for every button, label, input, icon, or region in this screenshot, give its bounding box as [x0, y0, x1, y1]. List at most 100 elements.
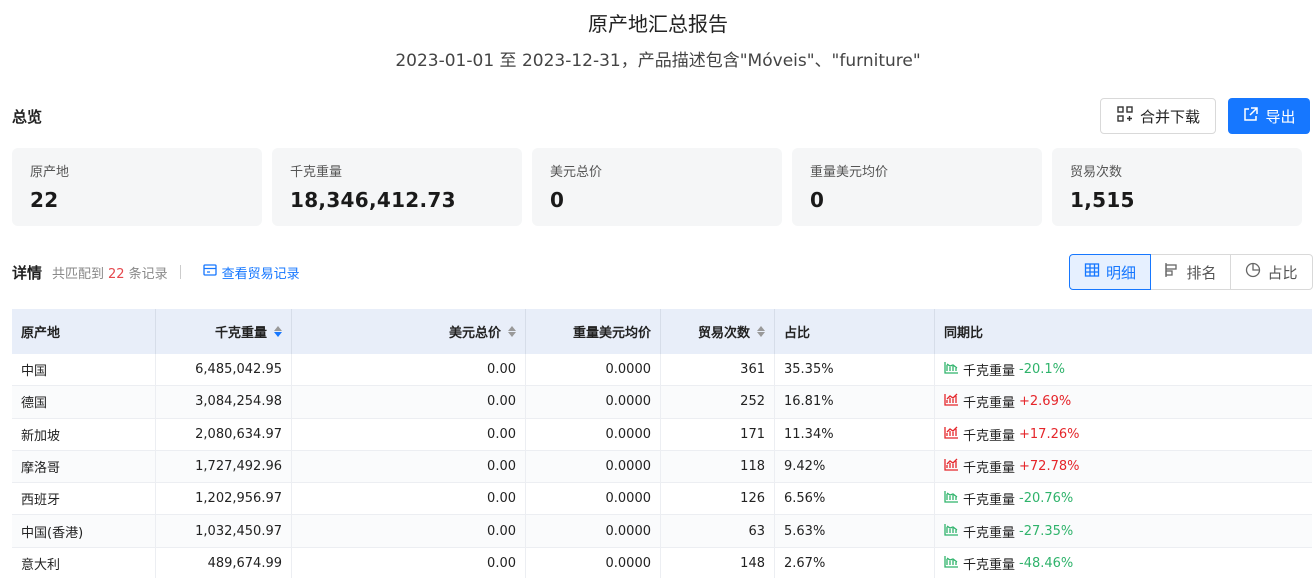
card-label: 千克重量 [290, 165, 343, 180]
cell-origin: 摩洛哥 [12, 450, 156, 483]
yoy-metric: 千克重量 [963, 364, 1016, 380]
col-yoy: 同期比 [935, 309, 1312, 354]
record-count-suffix: 条记录 [128, 266, 168, 282]
cell-weight: 489,674.99 [156, 547, 292, 578]
col-share: 占比 [775, 309, 935, 354]
record-count-prefix: 共匹配到 [52, 266, 105, 282]
merge-download-label: 合并下载 [1139, 107, 1200, 126]
trend-up-icon [944, 426, 959, 443]
trend-down-icon [944, 555, 959, 572]
yoy-value: +2.69% [1019, 394, 1072, 410]
export-icon [1242, 106, 1259, 127]
card-avg-price: 重量美元均价 0 [792, 148, 1042, 226]
cell-share: 6.56% [775, 483, 935, 515]
cell-share: 5.63% [775, 515, 935, 547]
cell-avg-price: 0.0000 [526, 547, 661, 578]
table-icon [1084, 262, 1100, 282]
export-button[interactable]: 导出 [1228, 98, 1310, 134]
records-icon [202, 263, 217, 281]
view-trade-records-link[interactable]: 查看贸易记录 [202, 263, 300, 282]
table-row: 摩洛哥 1,727,492.96 0.00 0.0000 118 9.42% 千克重量 +72… [12, 450, 1312, 484]
yoy-value: +17.26% [1019, 426, 1080, 442]
col-label: 占比 [784, 326, 811, 341]
card-value: 0 [550, 188, 565, 212]
trend-up-icon [944, 458, 959, 475]
table-row: 西班牙 1,202,956.97 0.00 0.0000 126 6.56% 千克重量 -20… [12, 483, 1312, 516]
cell-share: 9.42% [775, 450, 935, 483]
col-usd-total[interactable]: 美元总价 [292, 309, 526, 354]
card-usd-total: 美元总价 0 [532, 148, 782, 226]
cell-usd-total: 0.00 [292, 418, 526, 450]
sort-icon[interactable] [757, 326, 765, 337]
tab-ranking[interactable]: 排名 [1150, 254, 1231, 290]
cell-origin: 意大利 [12, 547, 156, 578]
table-row: 中国(香港) 1,032,450.97 0.00 0.0000 63 5.63% 千克重量 -… [12, 515, 1312, 548]
card-label: 重量美元均价 [810, 165, 889, 180]
cell-yoy: 千克重量 +2.69% [935, 386, 1312, 417]
tab-share[interactable]: 占比 [1230, 254, 1313, 290]
view-switcher: 明细 排名 占比 [1069, 254, 1313, 290]
overview-cards: 原产地 22 千克重量 18,346,412.73 美元总价 0 重量美元均价 … [12, 148, 1302, 226]
col-origin: 原产地 [12, 309, 156, 354]
cell-trade-count: 252 [661, 386, 775, 418]
yoy-value: +72.78% [1019, 459, 1080, 475]
cell-share: 35.35% [775, 354, 935, 386]
cell-weight: 3,084,254.98 [156, 386, 292, 418]
yoy-metric: 千克重量 [963, 461, 1016, 477]
tab-detail[interactable]: 明细 [1069, 254, 1151, 290]
col-trade-count[interactable]: 贸易次数 [661, 309, 775, 354]
record-count-number: 22 [108, 266, 125, 282]
cell-avg-price: 0.0000 [526, 515, 661, 547]
col-label: 贸易次数 [697, 326, 750, 341]
cell-trade-count: 361 [661, 354, 775, 386]
table-row: 新加坡 2,080,634.97 0.00 0.0000 171 11.34% 千克重量 +1… [12, 418, 1312, 451]
card-trade-count: 贸易次数 1,515 [1052, 148, 1302, 226]
cell-usd-total: 0.00 [292, 386, 526, 418]
cell-share: 2.67% [775, 547, 935, 578]
table-row: 意大利 489,674.99 0.00 0.0000 148 2.67% 千克重量 -48.4… [12, 547, 1312, 578]
cell-usd-total: 0.00 [292, 547, 526, 578]
cell-weight: 1,727,492.96 [156, 450, 292, 483]
cell-weight: 1,032,450.97 [156, 515, 292, 547]
sort-icon[interactable] [508, 326, 516, 337]
cell-avg-price: 0.0000 [526, 483, 661, 515]
origin-table: 原产地 千克重量 美元总价 重量美元均价 贸易次数 占比 同期比 中国 6,485… [12, 309, 1312, 578]
cell-trade-count: 63 [661, 515, 775, 547]
col-label: 千克重量 [214, 326, 267, 341]
trend-up-icon [944, 393, 959, 410]
table-body: 中国 6,485,042.95 0.00 0.0000 361 35.35% 千克重量 -20… [12, 354, 1312, 578]
export-label: 导出 [1265, 107, 1296, 126]
table-row: 中国 6,485,042.95 0.00 0.0000 361 35.35% 千克重量 -20… [12, 354, 1312, 387]
cell-trade-count: 126 [661, 483, 775, 515]
cell-origin: 中国(香港) [12, 515, 156, 547]
trend-down-icon [944, 523, 959, 540]
col-label: 重量美元均价 [572, 326, 651, 341]
cell-usd-total: 0.00 [292, 483, 526, 515]
yoy-metric: 千克重量 [963, 428, 1016, 444]
merge-download-button[interactable]: 合并下载 [1100, 98, 1216, 134]
table-row: 德国 3,084,254.98 0.00 0.0000 252 16.81% 千克重量 +2.… [12, 386, 1312, 419]
yoy-metric: 千克重量 [963, 557, 1016, 573]
cell-yoy: 千克重量 -20.76% [935, 483, 1312, 514]
yoy-value: -20.76% [1019, 491, 1074, 507]
tab-ranking-label: 排名 [1186, 263, 1217, 282]
detail-heading: 详情 [12, 263, 43, 282]
cell-origin: 西班牙 [12, 483, 156, 515]
card-value: 1,515 [1070, 188, 1135, 212]
report-title: 原产地汇总报告 [588, 12, 728, 36]
cell-trade-count: 148 [661, 547, 775, 578]
cell-avg-price: 0.0000 [526, 450, 661, 483]
col-weight[interactable]: 千克重量 [156, 309, 292, 354]
cell-origin: 德国 [12, 386, 156, 418]
cell-weight: 1,202,956.97 [156, 483, 292, 515]
cell-trade-count: 171 [661, 418, 775, 450]
cell-usd-total: 0.00 [292, 450, 526, 483]
cell-avg-price: 0.0000 [526, 354, 661, 386]
cell-avg-price: 0.0000 [526, 386, 661, 418]
table-header: 原产地 千克重量 美元总价 重量美元均价 贸易次数 占比 同期比 [12, 309, 1312, 354]
sort-icon[interactable] [274, 326, 282, 337]
cell-yoy: 千克重量 -48.46% [935, 548, 1312, 578]
yoy-value: -20.1% [1019, 362, 1066, 378]
ranking-icon [1164, 262, 1180, 282]
cell-yoy: 千克重量 +72.78% [935, 451, 1312, 482]
